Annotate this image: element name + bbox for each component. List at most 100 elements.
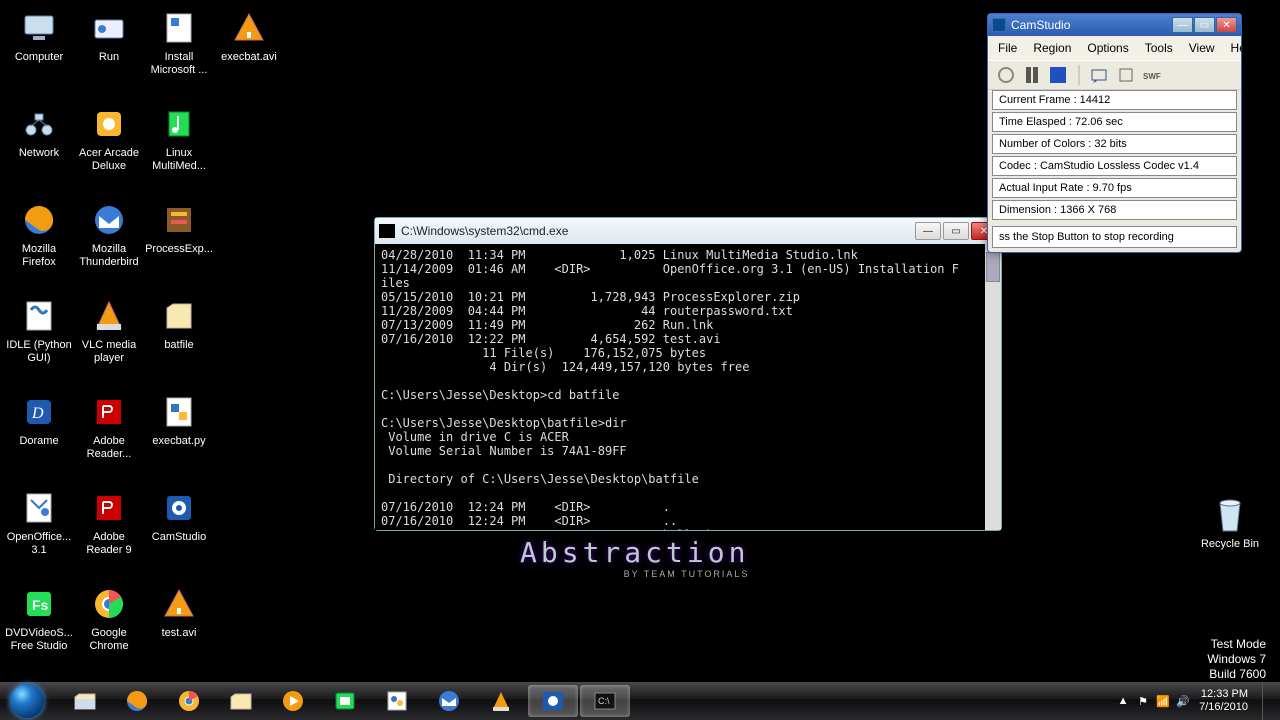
vlc-icon xyxy=(89,296,129,336)
idle-icon xyxy=(19,296,59,336)
taskbar-firefox[interactable] xyxy=(112,685,162,717)
adobe-reader-icon xyxy=(89,392,129,432)
desktop-icon-linux-multimed[interactable]: Linux MultiMed... xyxy=(144,104,214,173)
show-desktop-button[interactable] xyxy=(1262,682,1274,720)
maximize-button[interactable]: ▭ xyxy=(1194,17,1215,33)
desktop-icon-install-ms[interactable]: Install Microsoft ... xyxy=(144,8,214,77)
icon-label: test.avi xyxy=(144,627,214,640)
desktop-icon-adobe-reader[interactable]: Adobe Reader... xyxy=(74,392,144,461)
network-icon xyxy=(19,104,59,144)
cmd-title: C:\Windows\system32\cmd.exe xyxy=(401,224,915,238)
camstudio-window[interactable]: CamStudio — ▭ ✕ FileRegionOptionsToolsVi… xyxy=(987,13,1242,253)
menu-help[interactable]: Help xyxy=(1223,39,1264,57)
adobe-reader9-icon xyxy=(89,488,129,528)
swf-button[interactable]: SWF xyxy=(1142,65,1162,85)
icon-label: IDLE (Python GUI) xyxy=(4,339,74,365)
camstudio-icon xyxy=(992,18,1006,32)
recycle-bin[interactable]: Recycle Bin xyxy=(1195,495,1265,551)
desktop-icon-dorame[interactable]: D Dorame xyxy=(4,392,74,448)
tray-chevron-icon[interactable]: ▲ xyxy=(1115,693,1131,709)
desktop-icon-chrome[interactable]: Google Chrome xyxy=(74,584,144,653)
menu-file[interactable]: File xyxy=(990,39,1025,57)
desktop-icon-idle[interactable]: IDLE (Python GUI) xyxy=(4,296,74,365)
cmd-titlebar[interactable]: C:\Windows\system32\cmd.exe — ▭ ✕ xyxy=(375,218,1001,244)
taskbar: C:\ ▲ ⚑ 📶 🔊 12:33 PM 7/16/2010 xyxy=(0,682,1280,720)
start-button[interactable] xyxy=(0,682,54,720)
maximize-button[interactable]: ▭ xyxy=(943,222,969,240)
tray-volume-icon[interactable]: 🔊 xyxy=(1175,693,1191,709)
desktop-icon-adobe-reader9[interactable]: Adobe Reader 9 xyxy=(74,488,144,557)
desktop-icon-openoffice[interactable]: OpenOffice... 3.1 xyxy=(4,488,74,557)
wallpaper-text: Abstraction BY TEAM TUTORIALS xyxy=(520,536,749,579)
dvdvideosoft-icon: Fs xyxy=(19,584,59,624)
cmd-output[interactable]: 04/28/2010 11:34 PM 1,025 Linux MultiMed… xyxy=(375,244,1001,530)
taskbar-chrome[interactable] xyxy=(164,685,214,717)
taskbar-explorer[interactable] xyxy=(60,685,110,717)
icon-label: batfile xyxy=(144,339,214,352)
icon-label: execbat.avi xyxy=(214,51,284,64)
desktop-icon-execbat-avi[interactable]: execbat.avi xyxy=(214,8,284,64)
cmd-window[interactable]: C:\Windows\system32\cmd.exe — ▭ ✕ 04/28/… xyxy=(374,217,1002,531)
batfile-icon xyxy=(159,296,199,336)
icon-label: Run xyxy=(74,51,144,64)
svg-text:C:\: C:\ xyxy=(598,696,610,706)
icon-label: Adobe Reader... xyxy=(74,435,144,461)
close-button[interactable]: ✕ xyxy=(1216,17,1237,33)
minimize-button[interactable]: — xyxy=(1172,17,1193,33)
taskbar-idle[interactable] xyxy=(372,685,422,717)
annotation-button[interactable] xyxy=(1090,65,1110,85)
tray-flag-icon[interactable]: ⚑ xyxy=(1135,693,1151,709)
desktop-icon-camstudio[interactable]: CamStudio xyxy=(144,488,214,544)
menu-options[interactable]: Options xyxy=(1079,39,1136,57)
menu-tools[interactable]: Tools xyxy=(1137,39,1181,57)
recycle-bin-label: Recycle Bin xyxy=(1195,538,1265,551)
stop-button[interactable] xyxy=(1048,65,1068,85)
taskbar-wmp[interactable] xyxy=(268,685,318,717)
trash-icon xyxy=(1210,495,1250,535)
icon-label: Google Chrome xyxy=(74,627,144,653)
menu-view[interactable]: View xyxy=(1181,39,1223,57)
taskbar-vbox[interactable] xyxy=(320,685,370,717)
desktop-icon-execbat-py[interactable]: execbat.py xyxy=(144,392,214,448)
desktop-icon-dvdvideosoft[interactable]: FsDVDVideoS... Free Studio xyxy=(4,584,74,653)
chrome-icon xyxy=(89,584,129,624)
taskbar-vlc[interactable] xyxy=(476,685,526,717)
taskbar-camstudio[interactable] xyxy=(528,685,578,717)
taskbar-thunderbird[interactable] xyxy=(424,685,474,717)
record-button[interactable] xyxy=(996,65,1016,85)
taskbar-folder[interactable] xyxy=(216,685,266,717)
icon-label: Mozilla Firefox xyxy=(4,243,74,269)
execbat-avi-icon xyxy=(229,8,269,48)
svg-text:SWF: SWF xyxy=(1143,72,1161,81)
taskbar-clock[interactable]: 12:33 PM 7/16/2010 xyxy=(1199,688,1248,714)
scrollbar[interactable] xyxy=(985,244,1001,530)
menu-region[interactable]: Region xyxy=(1025,39,1079,57)
desktop-icon-run[interactable]: Run xyxy=(74,8,144,64)
computer-icon xyxy=(19,8,59,48)
desktop-icon-firefox[interactable]: Mozilla Firefox xyxy=(4,200,74,269)
settings-button[interactable] xyxy=(1116,65,1136,85)
camstudio-titlebar[interactable]: CamStudio — ▭ ✕ xyxy=(988,14,1241,36)
icon-label: Adobe Reader 9 xyxy=(74,531,144,557)
desktop-icon-vlc[interactable]: VLC media player xyxy=(74,296,144,365)
cmd-icon xyxy=(379,224,395,238)
desktop-icon-processexp[interactable]: ProcessExp... xyxy=(144,200,214,256)
desktop-icon-thunderbird[interactable]: Mozilla Thunderbird xyxy=(74,200,144,269)
pause-button[interactable] xyxy=(1022,65,1042,85)
desktop-icon-computer[interactable]: Computer xyxy=(4,8,74,64)
icon-label: Dorame xyxy=(4,435,74,448)
icon-label: Linux MultiMed... xyxy=(144,147,214,173)
desktop-icon-batfile[interactable]: batfile xyxy=(144,296,214,352)
taskbar-cmd[interactable]: C:\ xyxy=(580,685,630,717)
desktop-icon-network[interactable]: Network xyxy=(4,104,74,160)
status-row-3: Codec : CamStudio Lossless Codec v1.4 xyxy=(992,156,1237,176)
openoffice-icon xyxy=(19,488,59,528)
status-row-1: Time Elasped : 72.06 sec xyxy=(992,112,1237,132)
desktop-icon-acer-arcade[interactable]: Acer Arcade Deluxe xyxy=(74,104,144,173)
desktop-icon-test-avi[interactable]: test.avi xyxy=(144,584,214,640)
dorame-icon: D xyxy=(19,392,59,432)
firefox-icon xyxy=(19,200,59,240)
minimize-button[interactable]: — xyxy=(915,222,941,240)
tray-network-icon[interactable]: 📶 xyxy=(1155,693,1171,709)
status-row-2: Number of Colors : 32 bits xyxy=(992,134,1237,154)
